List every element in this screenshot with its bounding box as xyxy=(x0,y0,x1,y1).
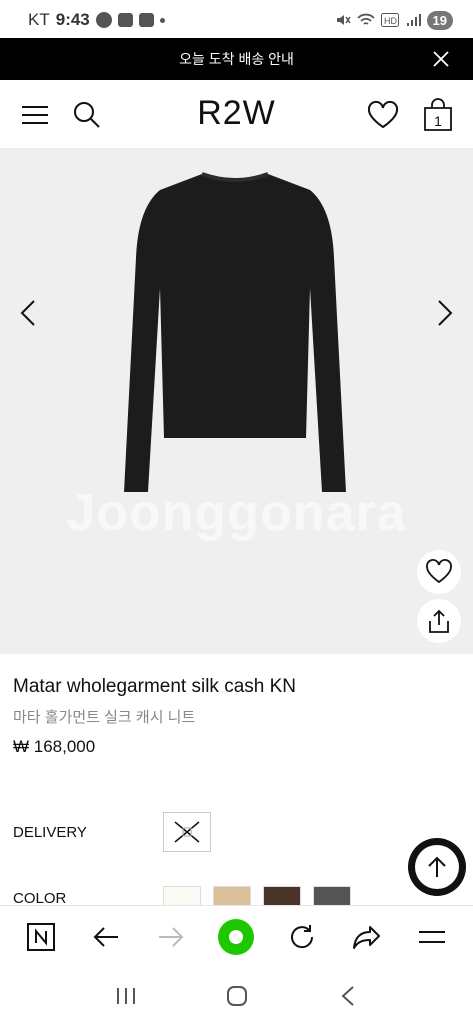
color-label: COLOR xyxy=(13,889,67,907)
brand-logo[interactable]: R2W xyxy=(0,94,473,133)
arrow-up-icon xyxy=(428,856,446,877)
hamburger-icon xyxy=(419,930,446,943)
share-arrow-icon xyxy=(353,925,381,949)
status-left: KT 9:43 xyxy=(28,10,165,30)
forward-button[interactable] xyxy=(151,917,191,957)
previous-image-arrow-icon[interactable] xyxy=(16,298,40,328)
arrow-left-icon xyxy=(93,926,118,947)
share-page-button[interactable] xyxy=(347,917,387,957)
naver-home-button[interactable] xyxy=(21,917,61,957)
battery-indicator: 19 xyxy=(426,10,453,30)
product-image-gallery[interactable]: Joonggonara xyxy=(0,148,473,654)
product-price: ₩ 168,000 xyxy=(13,737,96,756)
browser-toolbar xyxy=(0,905,473,967)
signal-icon xyxy=(406,14,421,26)
talk-notification-icon xyxy=(117,13,133,27)
status-right: HD 19 xyxy=(335,10,453,30)
browser-menu-button[interactable] xyxy=(412,917,452,957)
site-header: R2W 1 xyxy=(0,80,473,148)
home-button[interactable] xyxy=(219,978,255,1014)
cart-button[interactable]: 1 xyxy=(422,98,454,132)
close-icon[interactable] xyxy=(431,49,451,69)
recent-apps-button[interactable] xyxy=(108,978,144,1014)
wishlist-button[interactable] xyxy=(417,550,461,594)
unavailable-cross-icon xyxy=(174,821,200,843)
app-notification-icon xyxy=(138,13,154,27)
more-notifications-icon xyxy=(159,17,165,23)
delivery-label: DELIVERY xyxy=(13,823,87,841)
product-info: Matar wholegarment silk cash KN 마타 홀가먼트 … xyxy=(13,676,463,757)
wifi-icon xyxy=(356,13,375,25)
product-name-korean: 마타 홀가먼트 실크 캐시 니트 xyxy=(13,709,196,726)
product-image xyxy=(124,172,346,492)
watermark-text: Joonggonara xyxy=(66,484,407,542)
mute-icon xyxy=(336,15,351,25)
carrier-label: KT xyxy=(28,10,50,29)
next-image-arrow-icon[interactable] xyxy=(433,298,457,328)
wishlist-heart-icon[interactable] xyxy=(366,100,400,130)
notice-text[interactable]: 오늘 도착 배송 안내 xyxy=(179,49,294,69)
home-icon xyxy=(226,985,247,1006)
back-button[interactable] xyxy=(86,917,126,957)
recent-apps-icon xyxy=(116,987,135,1004)
arrow-right-icon xyxy=(159,926,184,947)
naver-n-icon xyxy=(26,922,55,951)
scroll-to-top-inner xyxy=(415,845,459,889)
chat-notification-icon xyxy=(95,12,112,28)
product-name: Matar wholegarment silk cash KN xyxy=(13,676,296,697)
cart-count-badge: 1 xyxy=(434,113,442,129)
heart-icon xyxy=(426,559,452,584)
svg-text:HD: HD xyxy=(384,16,397,26)
refresh-icon xyxy=(290,924,313,948)
share-button[interactable] xyxy=(417,599,461,643)
delivery-option-row: DELIVERY xyxy=(13,812,211,852)
delivery-option-unavailable[interactable] xyxy=(163,812,211,852)
system-nav-bar xyxy=(0,967,473,1024)
hd-icon: HD xyxy=(380,13,399,27)
system-back-button[interactable] xyxy=(330,978,366,1014)
chevron-left-icon xyxy=(341,985,354,1006)
green-dot-icon xyxy=(218,918,255,955)
clock: 9:43 xyxy=(55,10,90,29)
refresh-button[interactable] xyxy=(282,917,322,957)
scroll-to-top-button[interactable] xyxy=(408,838,466,896)
status-bar: KT 9:43 HD 19 xyxy=(0,0,473,40)
green-dot-button[interactable] xyxy=(216,917,256,957)
notice-banner[interactable]: 오늘 도착 배송 안내 xyxy=(0,38,473,80)
share-icon xyxy=(429,609,449,633)
